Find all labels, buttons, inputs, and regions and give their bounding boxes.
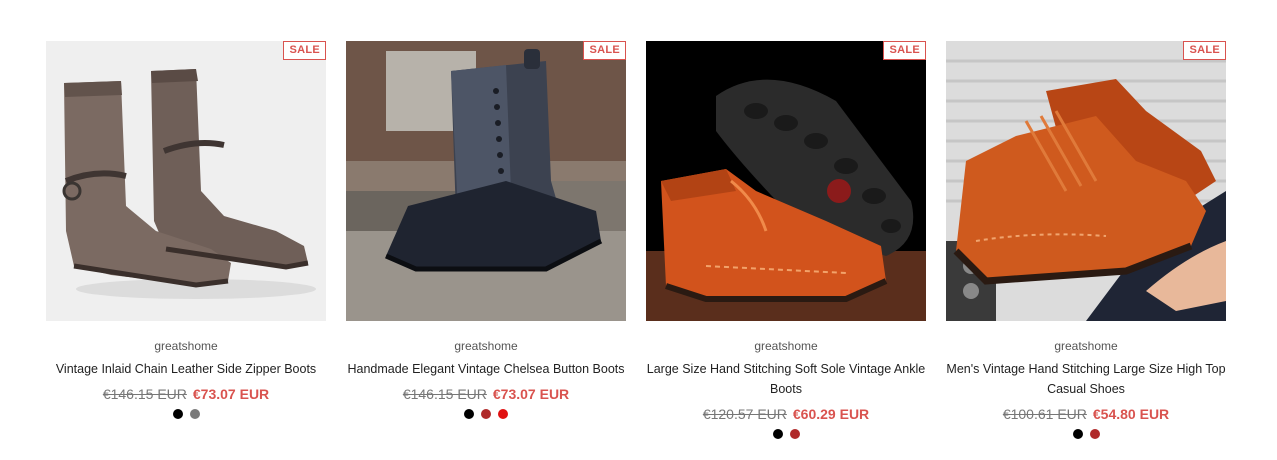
product-vendor[interactable]: greatshome — [454, 339, 517, 353]
color-swatch-dark-red[interactable] — [481, 409, 491, 419]
product-title[interactable]: Vintage Inlaid Chain Leather Side Zipper… — [46, 359, 326, 379]
product-title[interactable]: Handmade Elegant Vintage Chelsea Button … — [346, 359, 626, 379]
sale-price: €60.29 EUR — [792, 406, 870, 422]
product-prices: €100.61 EUR €54.80 EUR — [1003, 404, 1169, 424]
product-card: SALE greatshome Men's Vintage Hand Stitc… — [946, 41, 1226, 439]
product-vendor[interactable]: greatshome — [754, 339, 817, 353]
color-swatch-black[interactable] — [772, 429, 783, 439]
color-swatch-black[interactable] — [1072, 429, 1083, 439]
product-prices: €146.15 EUR €73.07 EUR — [103, 384, 269, 404]
color-swatches — [1072, 429, 1100, 439]
sale-badge: SALE — [283, 41, 326, 60]
sale-price: €73.07 EUR — [192, 386, 270, 402]
sale-price: €54.80 EUR — [1092, 406, 1170, 422]
product-image-link[interactable]: SALE — [946, 41, 1226, 321]
product-grid: SALE greatshome Vintage Inlaid Chain Lea… — [46, 41, 1226, 439]
product-prices: €146.15 EUR €73.07 EUR — [403, 384, 569, 404]
product-card: SALE greatshome Vintage Inlaid Chain Lea… — [46, 41, 326, 439]
product-title[interactable]: Large Size Hand Stitching Soft Sole Vint… — [646, 359, 926, 399]
sale-badge: SALE — [583, 41, 626, 60]
color-swatch-dark-red[interactable] — [1089, 429, 1100, 439]
sale-badge: SALE — [883, 41, 926, 60]
product-image-chelsea-button-boots — [346, 41, 626, 321]
product-card: SALE greatshome Handmade Elegant Vintage… — [346, 41, 626, 439]
compare-at-price: €100.61 EUR — [1002, 406, 1087, 422]
compare-at-price: €146.15 EUR — [402, 386, 487, 402]
product-vendor[interactable]: greatshome — [154, 339, 217, 353]
color-swatch-dark-red[interactable] — [789, 429, 800, 439]
color-swatch-black[interactable] — [172, 409, 183, 419]
product-prices: €120.57 EUR €60.29 EUR — [703, 404, 869, 424]
product-image-link[interactable]: SALE — [46, 41, 326, 321]
product-vendor[interactable]: greatshome — [1054, 339, 1117, 353]
sale-badge: SALE — [1183, 41, 1226, 60]
sale-price: €73.07 EUR — [492, 386, 570, 402]
compare-at-price: €120.57 EUR — [702, 406, 787, 422]
color-swatches — [464, 409, 508, 419]
color-swatches — [172, 409, 200, 419]
color-swatch-gray[interactable] — [189, 409, 200, 419]
product-title[interactable]: Men's Vintage Hand Stitching Large Size … — [946, 359, 1226, 399]
product-image-orange-high-top-shoes — [946, 41, 1226, 321]
product-image-brown-zipper-boots — [46, 41, 326, 321]
product-image-link[interactable]: SALE — [646, 41, 926, 321]
color-swatch-black[interactable] — [464, 409, 474, 419]
product-image-link[interactable]: SALE — [346, 41, 626, 321]
product-card: SALE greatshome Large Size Hand Stitchin… — [646, 41, 926, 439]
compare-at-price: €146.15 EUR — [102, 386, 187, 402]
color-swatches — [772, 429, 800, 439]
product-image-orange-ankle-boots — [646, 41, 926, 321]
color-swatch-red[interactable] — [498, 409, 508, 419]
